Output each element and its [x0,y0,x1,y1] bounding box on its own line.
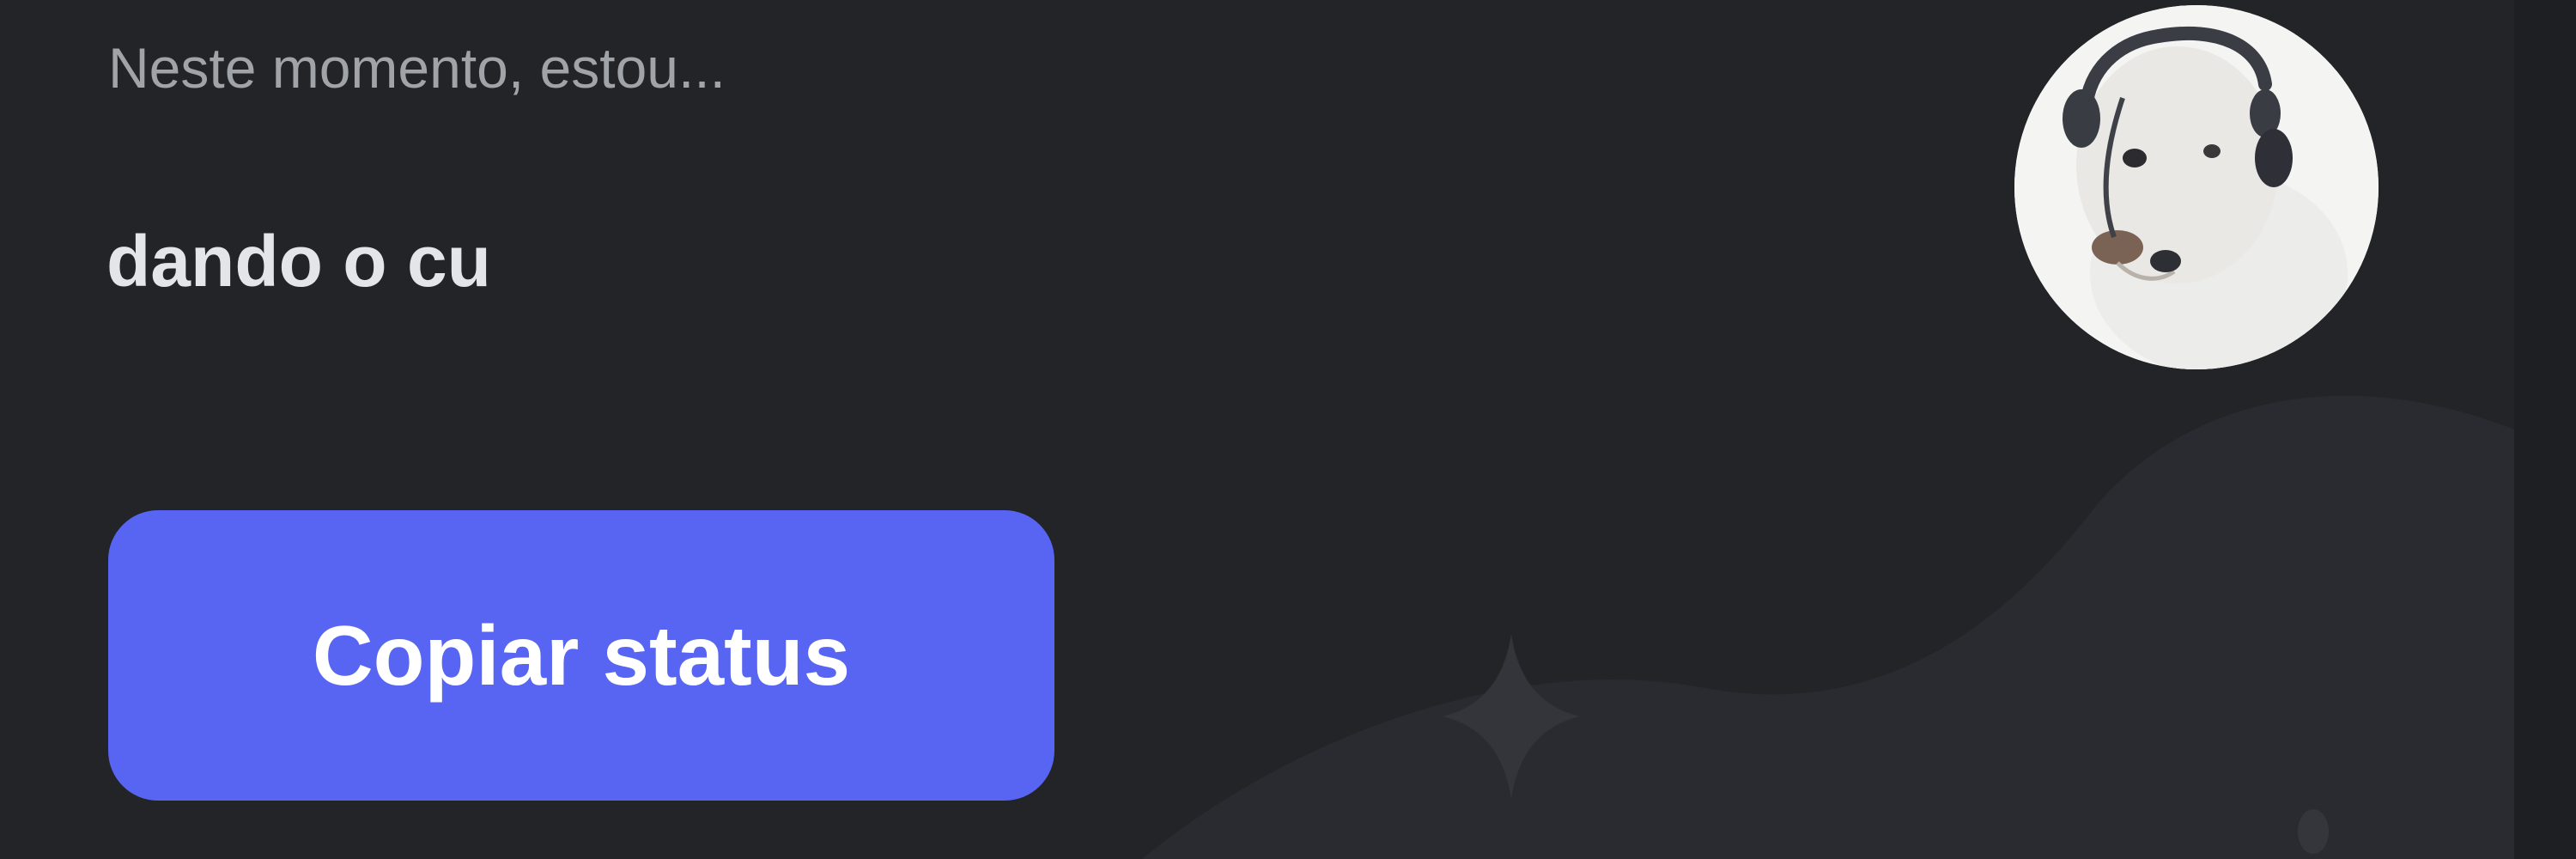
small-dot [2298,809,2329,854]
sparkle-icon [1443,634,1580,799]
avatar[interactable] [2014,5,2379,369]
dog-with-headset-avatar-icon [2014,5,2379,369]
status-caption: Neste momento, estou... [108,36,726,100]
right-panel-edge [2514,0,2576,859]
status-panel: Neste momento, estou... dando o cu Copia… [0,0,2576,859]
copy-status-button[interactable]: Copiar status [108,510,1054,801]
custom-status-text: dando o cu [106,221,491,302]
